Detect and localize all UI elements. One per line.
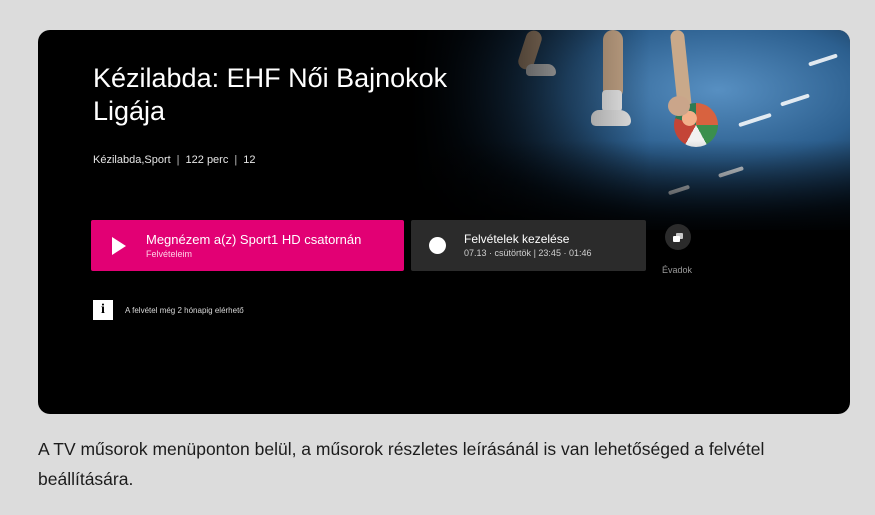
recording-date: 07.13 · csütörtök [464, 248, 532, 258]
record-icon [429, 237, 446, 254]
program-meta: Kézilabda,Sport | 122 perc | 12 [93, 154, 255, 166]
player-hand [668, 96, 690, 116]
recording-schedule: 07.13 · csütörtök | 23:45 · 01:46 [464, 247, 591, 259]
info-icon: i [93, 300, 113, 320]
watch-button-text: Megnézem a(z) Sport1 HD csatornán Felvét… [146, 232, 361, 260]
watch-button[interactable]: Megnézem a(z) Sport1 HD csatornán Felvét… [91, 220, 404, 271]
meta-separator: | [234, 154, 238, 166]
watch-button-sublabel: Felvételeim [146, 248, 193, 259]
program-genre: Kézilabda,Sport [93, 154, 171, 166]
manage-recordings-label: Felvételek kezelése [464, 232, 570, 246]
program-duration: 122 perc [185, 154, 229, 166]
seasons-label: Évadok [662, 265, 693, 275]
schedule-separator: | [533, 248, 536, 258]
meta-separator: | [176, 154, 180, 166]
tv-screen: Kézilabda: EHF Női Bajnokok Ligája Kézil… [38, 30, 850, 414]
seasons-icon [673, 232, 683, 242]
seasons-button[interactable] [665, 224, 691, 250]
manage-recordings-text: Felvételek kezelése 07.13 · csütörtök | … [464, 232, 591, 259]
play-icon [112, 236, 126, 255]
manage-recordings-button[interactable]: Felvételek kezelése 07.13 · csütörtök | … [411, 220, 646, 271]
watch-button-label: Megnézem a(z) Sport1 HD csatornán [146, 231, 362, 247]
availability-text: A felvétel még 2 hónapig elérhető [125, 305, 244, 315]
recording-time: 23:45 · 01:46 [538, 248, 592, 258]
age-rating: 12 [243, 154, 256, 166]
program-title: Kézilabda: EHF Női Bajnokok Ligája [93, 63, 448, 126]
caption-text: A TV műsorok menüponton belül, a műsorok… [38, 439, 765, 489]
availability-info: i A felvétel még 2 hónapig elérhető [93, 300, 244, 320]
